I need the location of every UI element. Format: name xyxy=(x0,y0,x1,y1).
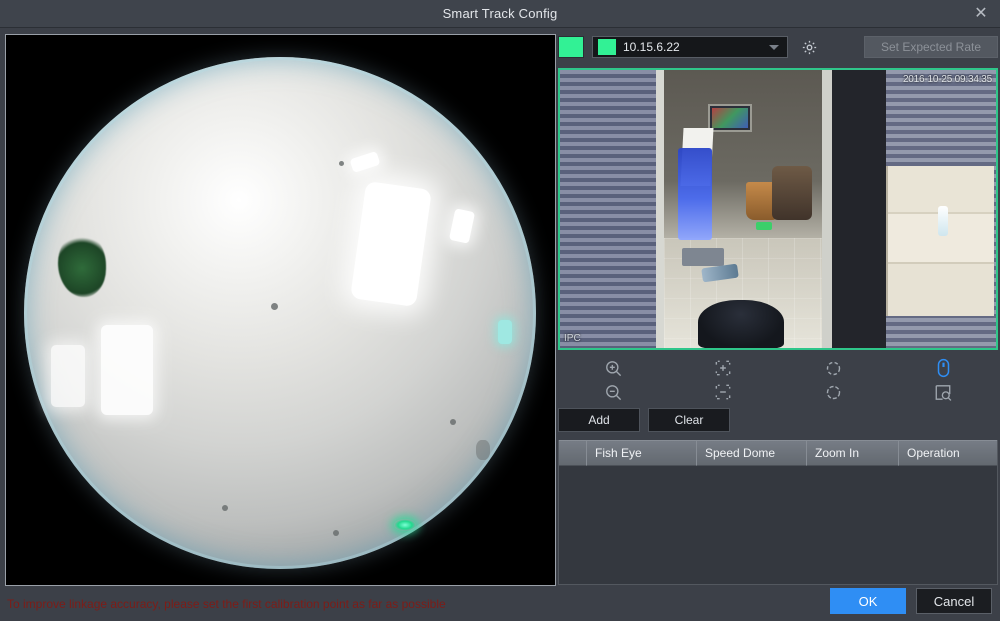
video-frame: IPC 2016-10-25 09:34:35 xyxy=(560,70,996,348)
table-header-fish-eye: Fish Eye xyxy=(587,440,697,466)
set-expected-rate-label: Set Expected Rate xyxy=(880,40,982,54)
fisheye-light-f xyxy=(498,320,512,344)
video-monitor xyxy=(708,104,752,132)
cancel-button-label: Cancel xyxy=(933,593,975,609)
fisheye-speck xyxy=(222,505,228,511)
video-boxes xyxy=(886,166,994,316)
dialog-button-bar: OK Cancel xyxy=(830,588,992,614)
calibration-table: Fish Eye Speed Dome Zoom In Operation xyxy=(558,440,998,585)
fisheye-speck xyxy=(476,440,490,460)
device-status-swatch xyxy=(558,36,584,58)
fisheye-canvas[interactable] xyxy=(6,35,555,585)
table-header-speed-dome: Speed Dome xyxy=(697,440,807,466)
clear-button-label: Clear xyxy=(674,413,704,427)
video-blue-object xyxy=(678,148,712,240)
video-blinds-left xyxy=(560,70,660,348)
fisheye-speck xyxy=(450,419,456,425)
calibration-hint-text: To improve linkage accuracy, please set … xyxy=(7,597,446,611)
set-expected-rate-button[interactable]: Set Expected Rate xyxy=(864,36,998,58)
fisheye-light-d xyxy=(101,325,153,415)
speed-dome-live-view[interactable]: IPC 2016-10-25 09:34:35 xyxy=(558,68,998,350)
video-bag xyxy=(772,166,812,220)
ptz-control-grid xyxy=(558,356,998,404)
video-door-frame-left xyxy=(656,70,664,348)
right-panel: 10.15.6.22 Set Expected Rate IPC 2016-10… xyxy=(558,34,998,585)
zoom-out-icon[interactable] xyxy=(599,381,627,403)
iris-open-icon[interactable] xyxy=(819,357,847,379)
calibration-point-marker[interactable] xyxy=(394,519,416,531)
iris-close-icon[interactable] xyxy=(819,381,847,403)
table-body xyxy=(559,466,997,584)
focus-far-icon[interactable] xyxy=(709,381,737,403)
3d-positioning-icon[interactable] xyxy=(929,357,957,379)
fisheye-speck xyxy=(339,161,344,166)
table-header-operation: Operation xyxy=(899,440,997,466)
video-timestamp: 2016-10-25 09:34:35 xyxy=(902,74,992,85)
fisheye-plant xyxy=(58,233,106,297)
chevron-down-icon[interactable] xyxy=(769,44,779,50)
add-button-label: Add xyxy=(588,413,610,427)
ok-button[interactable]: OK xyxy=(830,588,906,614)
clear-button[interactable]: Clear xyxy=(648,408,730,432)
table-header-row: Fish Eye Speed Dome Zoom In Operation xyxy=(559,440,997,466)
add-button[interactable]: Add xyxy=(558,408,640,432)
zoom-area-icon[interactable] xyxy=(929,381,957,403)
fisheye-speck xyxy=(271,303,278,310)
ok-button-label: OK xyxy=(858,593,878,609)
device-ip-value: 10.15.6.22 xyxy=(623,40,680,54)
device-online-indicator xyxy=(598,39,616,55)
window-titlebar: Smart Track Config ✕ xyxy=(0,0,1000,28)
fisheye-preview-panel[interactable] xyxy=(5,34,556,586)
calibration-action-row: Add Clear xyxy=(558,408,998,432)
focus-near-icon[interactable] xyxy=(709,357,737,379)
cancel-button[interactable]: Cancel xyxy=(916,588,992,614)
gear-icon[interactable] xyxy=(796,35,822,59)
device-ip-dropdown[interactable]: 10.15.6.22 xyxy=(592,36,788,58)
video-channel-label: IPC xyxy=(564,333,581,344)
zoom-in-icon[interactable] xyxy=(599,357,627,379)
close-icon[interactable]: ✕ xyxy=(968,3,994,25)
video-bottle xyxy=(938,206,948,236)
fisheye-speck xyxy=(333,530,339,536)
fisheye-light-e xyxy=(51,345,85,407)
table-header-select[interactable] xyxy=(559,440,587,466)
table-header-zoom-in: Zoom In xyxy=(807,440,899,466)
video-cart xyxy=(682,248,724,266)
video-chair xyxy=(698,300,784,348)
page-title: Smart Track Config xyxy=(442,6,558,21)
device-toolbar: 10.15.6.22 Set Expected Rate xyxy=(558,34,998,60)
video-green-object xyxy=(756,222,772,230)
video-door-frame-right xyxy=(822,70,832,348)
